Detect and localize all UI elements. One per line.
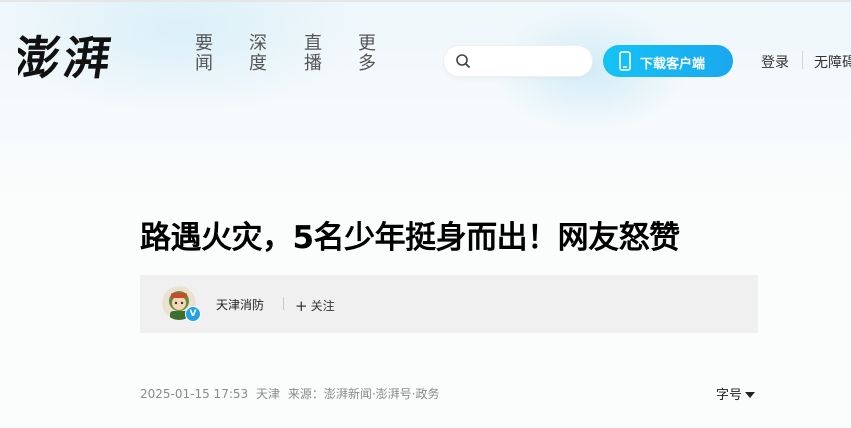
follow-button[interactable]: + 关注 (295, 296, 335, 315)
verified-badge-icon: V (185, 306, 201, 322)
top-border (0, 0, 851, 2)
search-box[interactable] (444, 46, 592, 76)
login-link[interactable]: 登录 (761, 52, 789, 72)
search-icon[interactable] (455, 53, 471, 69)
plus-icon: + (295, 297, 308, 315)
accessibility-link[interactable]: 无障碍 (814, 52, 851, 72)
svg-text:澎湃: 澎湃 (18, 31, 118, 84)
nav-item-more[interactable]: 更多 (357, 34, 377, 74)
site-logo[interactable]: 澎湃 (18, 30, 128, 84)
font-size-toggle[interactable]: 字号 (716, 384, 756, 403)
publish-location: 天津 (255, 387, 280, 401)
author-name[interactable]: 天津消防 (216, 296, 264, 313)
nav-item-news[interactable]: 要闻 (194, 34, 214, 74)
article-title: 路遇火灾，5名少年挺身而出！网友怒赞 (140, 220, 680, 256)
download-app-button[interactable]: 下载客户端 (603, 45, 733, 77)
publish-datetime: 2025-01-15 17:53 (140, 387, 249, 401)
author-bar-divider (283, 297, 284, 310)
caret-down-icon (745, 391, 756, 398)
search-input[interactable] (478, 51, 586, 73)
header-divider (802, 51, 803, 69)
article-source: 来源：澎湃新闻·澎湃号·政务 (287, 387, 440, 401)
nav-item-depth[interactable]: 深度 (248, 34, 268, 74)
font-size-label: 字号 (716, 388, 743, 403)
download-app-label: 下载客户端 (640, 57, 706, 72)
nav-item-live[interactable]: 直播 (303, 34, 323, 74)
follow-label: 关注 (310, 299, 335, 313)
author-bar: V 天津消防 + 关注 (140, 275, 758, 333)
phone-icon (619, 51, 631, 71)
logo-calligraphy: 澎湃 (18, 31, 118, 84)
article-meta: 2025-01-15 17:53 天津 来源：澎湃新闻·澎湃号·政务 (140, 385, 443, 402)
